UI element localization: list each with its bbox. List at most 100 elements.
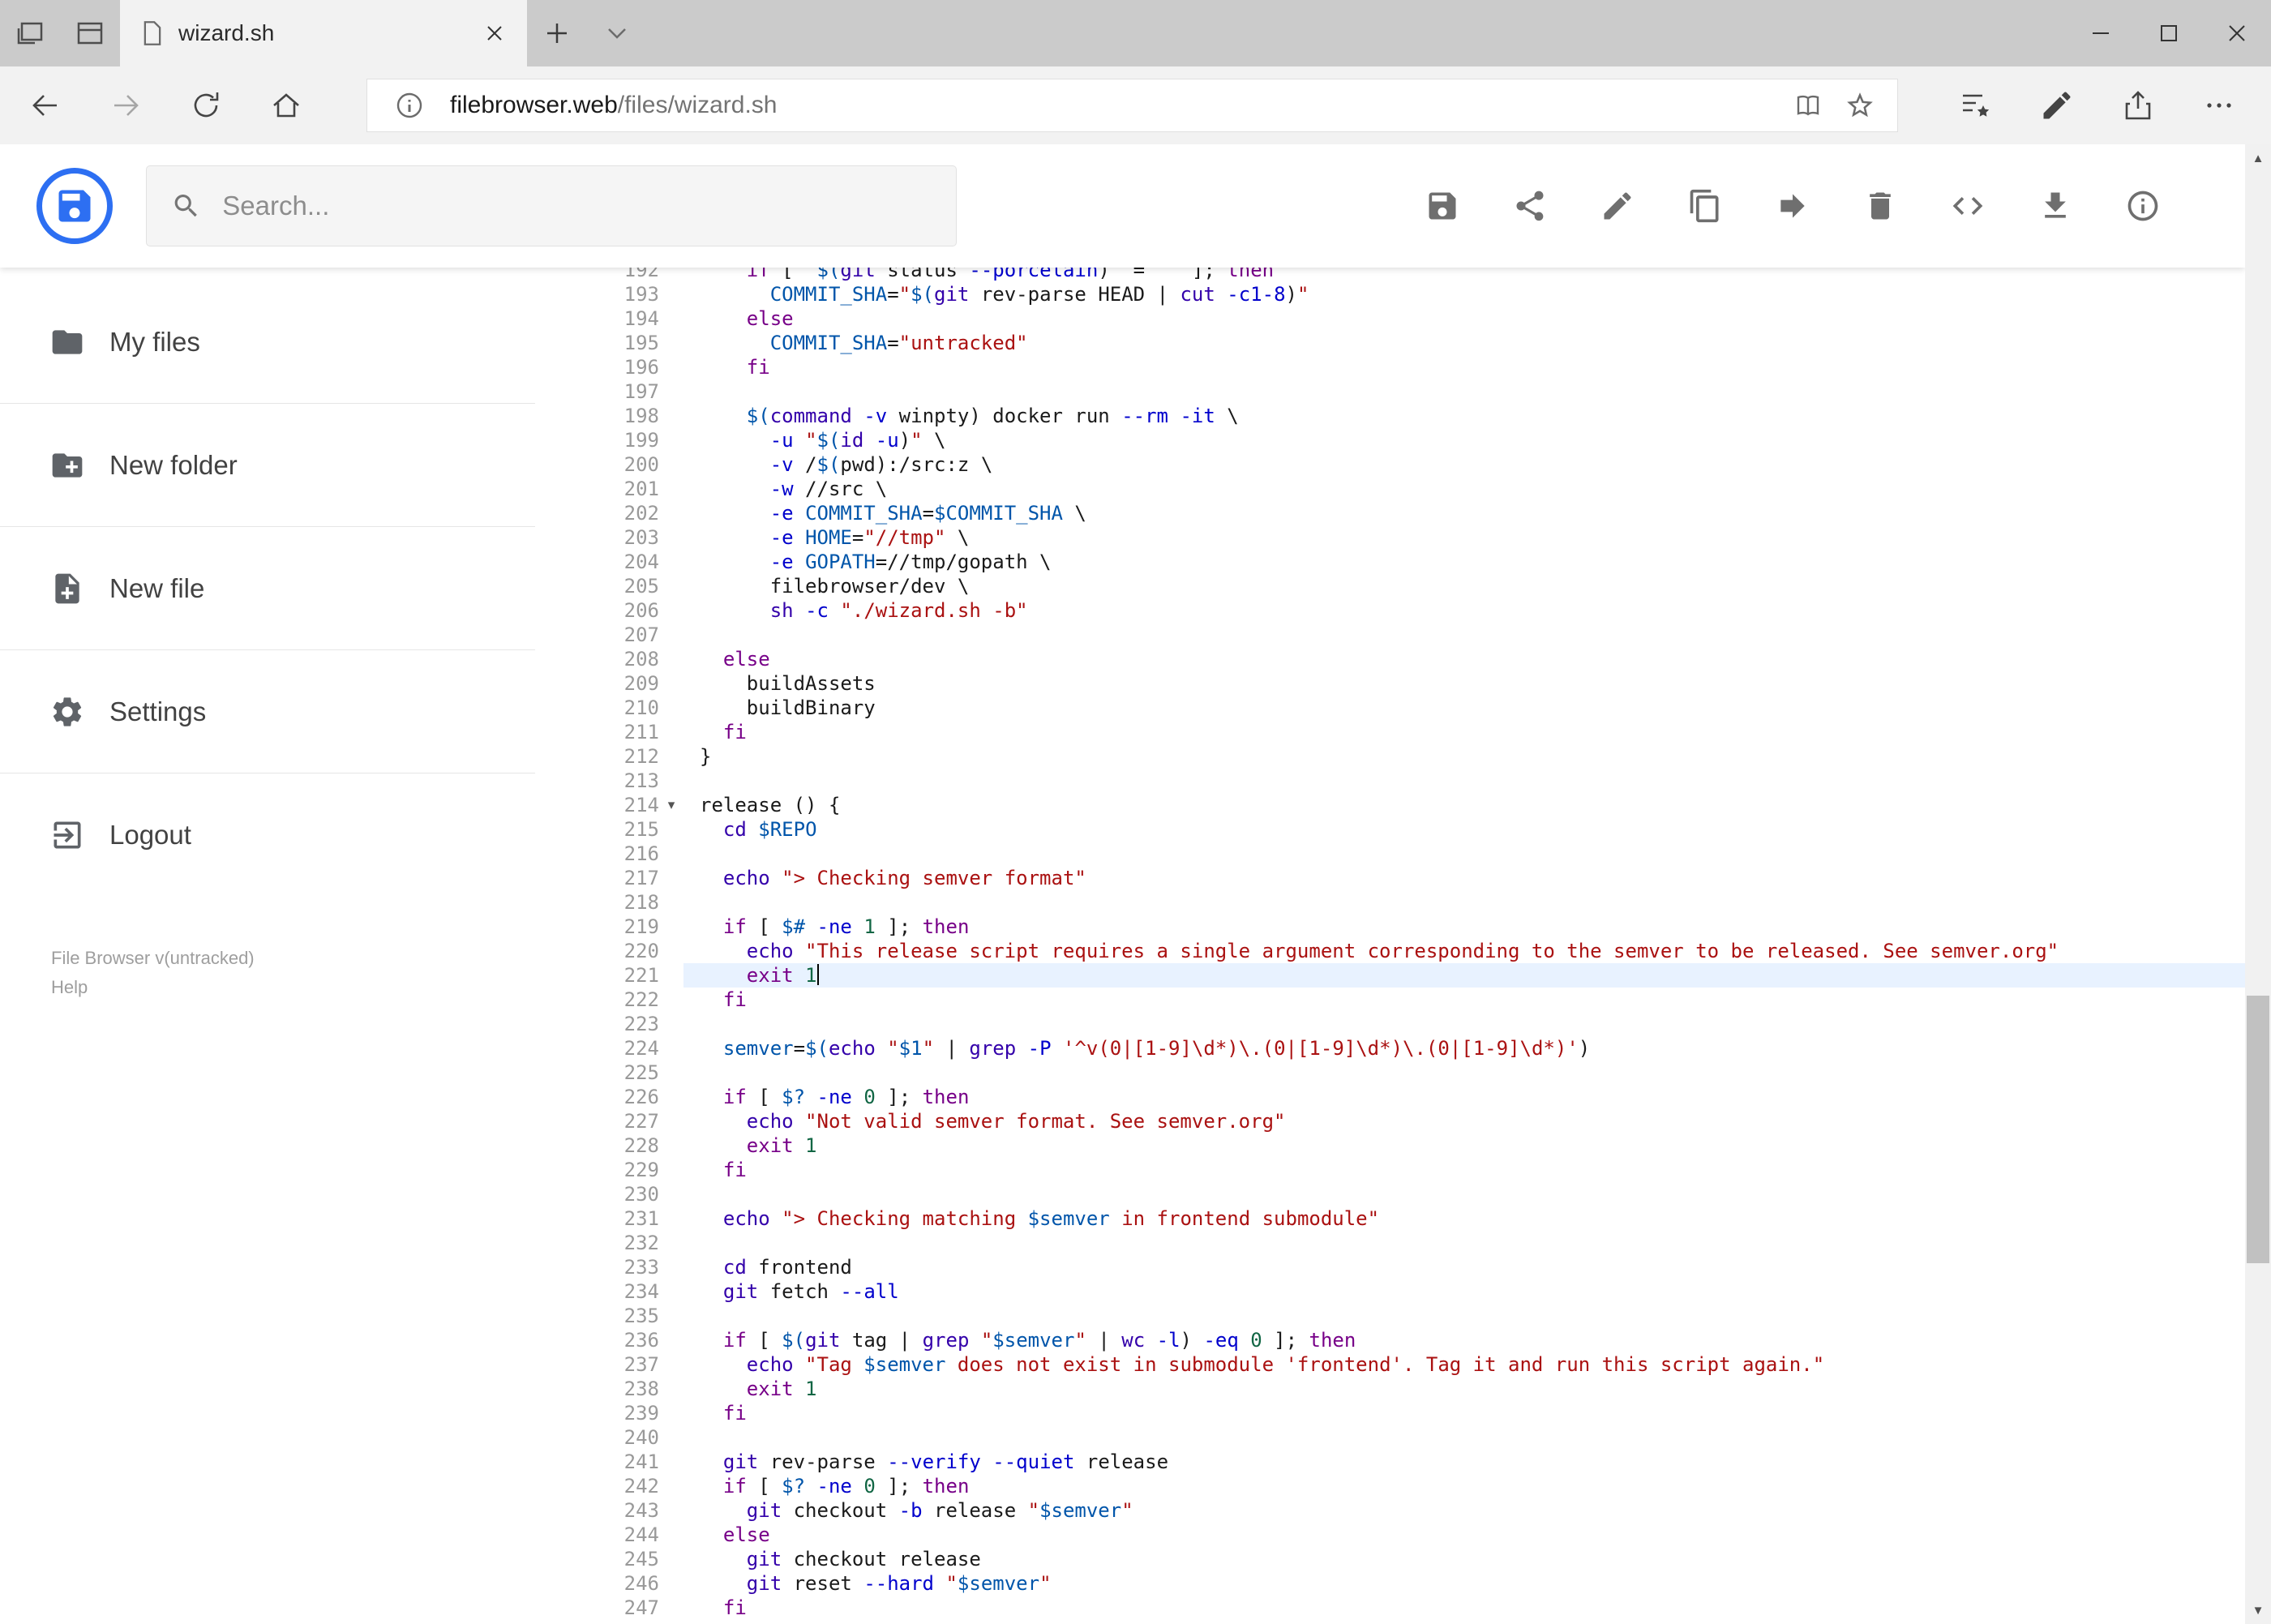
line-number[interactable]: 198	[584, 404, 659, 428]
code-line-207[interactable]: 207	[584, 623, 2245, 647]
code-line-192[interactable]: 192 if [ "$(git status --porcelain)" = "…	[584, 268, 2245, 282]
code-line-206[interactable]: 206 sh -c "./wizard.sh -b"	[584, 598, 2245, 623]
hub-button[interactable]	[1935, 73, 2016, 138]
line-number[interactable]: 208	[584, 647, 659, 671]
code-line-234[interactable]: 234 git fetch --all	[584, 1279, 2245, 1304]
code-line-243[interactable]: 243 git checkout -b release "$semver"	[584, 1498, 2245, 1523]
code-line-205[interactable]: 205 filebrowser/dev \	[584, 574, 2245, 598]
page-scrollbar[interactable]: ▲ ▼	[2245, 144, 2271, 1624]
line-number[interactable]: 240	[584, 1425, 659, 1450]
url-text[interactable]: filebrowser.web/files/wizard.sh	[450, 92, 1782, 119]
code-line-218[interactable]: 218	[584, 890, 2245, 915]
code-line-231[interactable]: 231 echo "> Checking matching $semver in…	[584, 1206, 2245, 1231]
tabs-preview-button[interactable]	[60, 0, 120, 66]
sidebar-item-logout[interactable]: Logout	[0, 773, 584, 897]
line-number[interactable]: 221	[584, 963, 659, 988]
line-number[interactable]: 194	[584, 306, 659, 331]
save-button[interactable]	[1413, 177, 1472, 235]
line-number[interactable]: 196	[584, 355, 659, 379]
code-line-235[interactable]: 235	[584, 1304, 2245, 1328]
share-button[interactable]	[2097, 73, 2179, 138]
code-line-227[interactable]: 227 echo "Not valid semver format. See s…	[584, 1109, 2245, 1133]
raw-view-button[interactable]	[1939, 177, 1997, 235]
code-line-221[interactable]: 221 exit 1	[584, 963, 2245, 988]
move-button[interactable]	[1763, 177, 1822, 235]
line-number[interactable]: 243	[584, 1498, 659, 1523]
rename-button[interactable]	[1588, 177, 1647, 235]
browser-tab[interactable]: wizard.sh	[120, 0, 527, 66]
scroll-down-arrow-icon[interactable]: ▼	[2252, 1596, 2265, 1624]
code-line-242[interactable]: 242 if [ $? -ne 0 ]; then	[584, 1474, 2245, 1498]
line-number[interactable]: 231	[584, 1206, 659, 1231]
maximize-button[interactable]	[2135, 0, 2203, 66]
code-line-202[interactable]: 202 -e COMMIT_SHA=$COMMIT_SHA \	[584, 501, 2245, 525]
code-line-193[interactable]: 193 COMMIT_SHA="$(git rev-parse HEAD | c…	[584, 282, 2245, 306]
code-line-213[interactable]: 213	[584, 769, 2245, 793]
new-tab-button[interactable]	[527, 0, 587, 66]
code-line-208[interactable]: 208 else	[584, 647, 2245, 671]
code-line-230[interactable]: 230	[584, 1182, 2245, 1206]
code-line-214[interactable]: 214 ▾ release () {	[584, 793, 2245, 817]
line-number[interactable]: 214	[584, 793, 659, 817]
code-line-247[interactable]: 247 fi	[584, 1596, 2245, 1620]
code-line-233[interactable]: 233 cd frontend	[584, 1255, 2245, 1279]
code-line-217[interactable]: 217 echo "> Checking semver format"	[584, 866, 2245, 890]
line-number[interactable]: 247	[584, 1596, 659, 1620]
code-line-198[interactable]: 198 $(command -v winpty) docker run --rm…	[584, 404, 2245, 428]
code-line-222[interactable]: 222 fi	[584, 988, 2245, 1012]
forward-button[interactable]	[85, 73, 165, 138]
sidebar-item-my-files[interactable]: My files	[0, 281, 584, 404]
line-number[interactable]: 207	[584, 623, 659, 647]
code-line-215[interactable]: 215 cd $REPO	[584, 817, 2245, 842]
line-number[interactable]: 225	[584, 1061, 659, 1085]
line-number[interactable]: 205	[584, 574, 659, 598]
code-line-226[interactable]: 226 if [ $? -ne 0 ]; then	[584, 1085, 2245, 1109]
fold-arrow-icon[interactable]: ▾	[659, 793, 683, 817]
line-number[interactable]: 220	[584, 939, 659, 963]
line-number[interactable]: 235	[584, 1304, 659, 1328]
info-button[interactable]	[2114, 177, 2172, 235]
line-number[interactable]: 224	[584, 1036, 659, 1061]
line-number[interactable]: 200	[584, 452, 659, 477]
line-number[interactable]: 228	[584, 1133, 659, 1158]
line-number[interactable]: 197	[584, 379, 659, 404]
code-line-211[interactable]: 211 fi	[584, 720, 2245, 744]
code-line-238[interactable]: 238 exit 1	[584, 1377, 2245, 1401]
line-number[interactable]: 232	[584, 1231, 659, 1255]
line-number[interactable]: 242	[584, 1474, 659, 1498]
code-line-200[interactable]: 200 -v /$(pwd):/src:z \	[584, 452, 2245, 477]
line-number[interactable]: 239	[584, 1401, 659, 1425]
code-line-210[interactable]: 210 buildBinary	[584, 696, 2245, 720]
line-number[interactable]: 201	[584, 477, 659, 501]
refresh-button[interactable]	[165, 73, 246, 138]
code-line-220[interactable]: 220 echo "This release script requires a…	[584, 939, 2245, 963]
code-line-219[interactable]: 219 if [ $# -ne 1 ]; then	[584, 915, 2245, 939]
line-number[interactable]: 204	[584, 550, 659, 574]
filebrowser-logo[interactable]	[36, 168, 113, 244]
code-line-201[interactable]: 201 -w //src \	[584, 477, 2245, 501]
line-number[interactable]: 233	[584, 1255, 659, 1279]
line-number[interactable]: 206	[584, 598, 659, 623]
line-number[interactable]: 210	[584, 696, 659, 720]
line-number[interactable]: 236	[584, 1328, 659, 1352]
line-number[interactable]: 230	[584, 1182, 659, 1206]
set-tabs-aside-button[interactable]	[0, 0, 60, 66]
line-number[interactable]: 209	[584, 671, 659, 696]
site-info-button[interactable]	[383, 81, 435, 130]
line-number[interactable]: 234	[584, 1279, 659, 1304]
line-number[interactable]: 218	[584, 890, 659, 915]
line-number[interactable]: 202	[584, 501, 659, 525]
line-number[interactable]: 237	[584, 1352, 659, 1377]
reading-view-button[interactable]	[1782, 81, 1834, 130]
home-button[interactable]	[246, 73, 326, 138]
share-file-button[interactable]	[1501, 177, 1559, 235]
delete-button[interactable]	[1851, 177, 1909, 235]
line-number[interactable]: 244	[584, 1523, 659, 1547]
line-number[interactable]: 212	[584, 744, 659, 769]
code-line-194[interactable]: 194 else	[584, 306, 2245, 331]
sidebar-item-new-file[interactable]: New file	[0, 527, 584, 650]
line-number[interactable]: 229	[584, 1158, 659, 1182]
search-input[interactable]	[222, 191, 932, 221]
code-line-195[interactable]: 195 COMMIT_SHA="untracked"	[584, 331, 2245, 355]
sidebar-item-settings[interactable]: Settings	[0, 650, 584, 773]
